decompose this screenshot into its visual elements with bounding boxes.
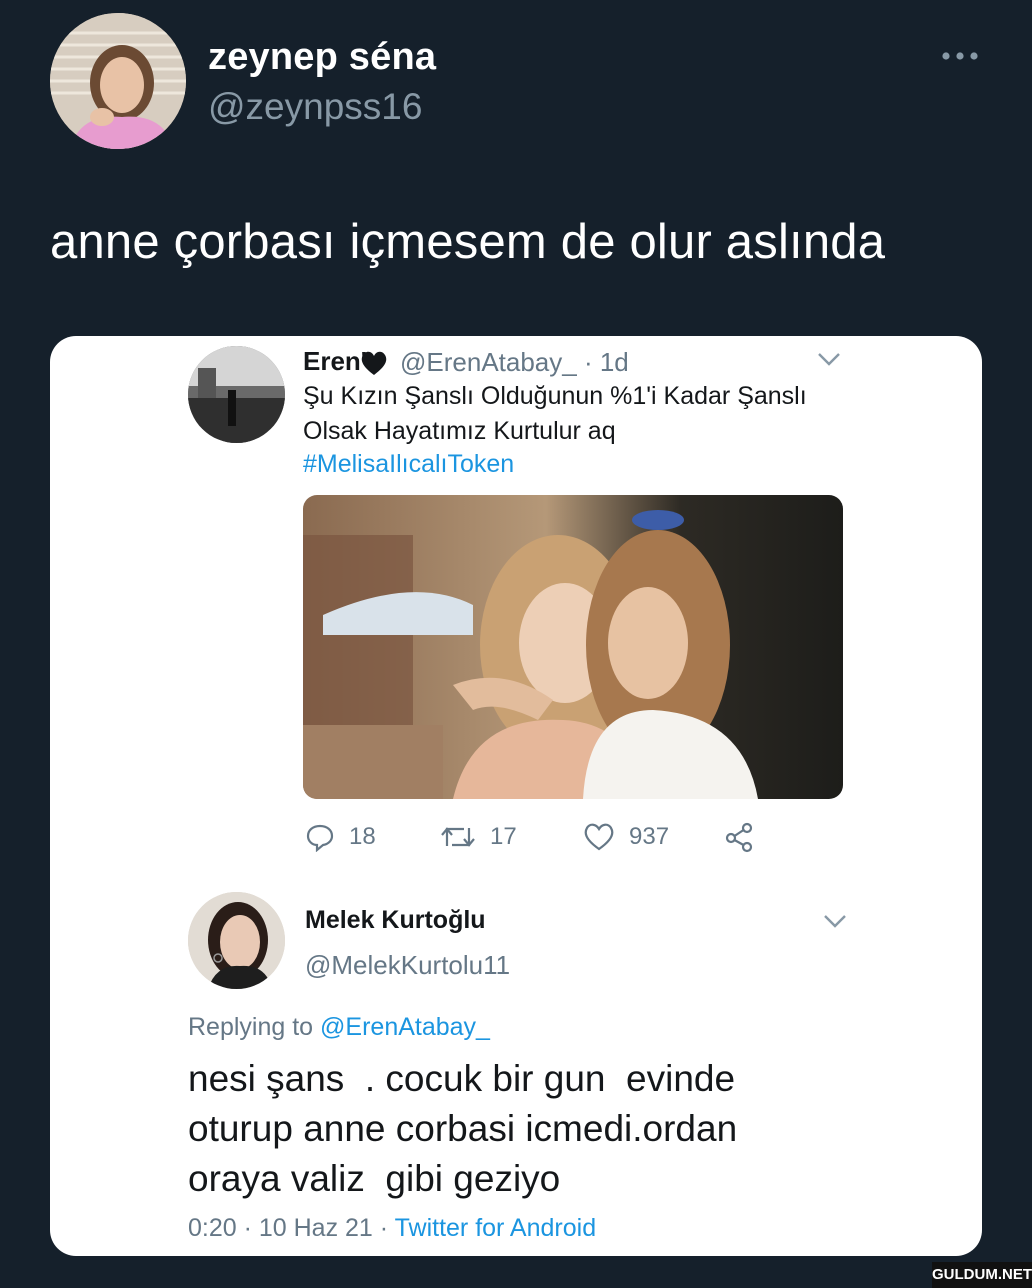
- embedded-screenshot-card: Eren' @ErenAtabay_ · 1d Şu Kızın Şanslı …: [50, 336, 982, 1256]
- author-handle[interactable]: @zeynpss16: [208, 86, 422, 128]
- more-icon[interactable]: [940, 44, 980, 68]
- reply-icon: [306, 824, 334, 852]
- quoted-hashtag-link[interactable]: #MelisaIlıcalıToken: [303, 450, 514, 479]
- author-display-name[interactable]: zeynep séna: [208, 36, 436, 79]
- reply-meta: 0:20 · 10 Haz 21 · Twitter for Android: [188, 1214, 596, 1243]
- like-count: 937: [629, 823, 670, 850]
- heart-icon: [360, 350, 388, 376]
- reply-author-handle[interactable]: @MelekKurtolu11: [305, 950, 510, 981]
- tweet-text: anne çorbası içmesem de olur aslında: [50, 215, 886, 269]
- chevron-down-icon[interactable]: [822, 912, 848, 930]
- watermark: GULDUM.NET: [932, 1262, 1032, 1288]
- chevron-down-icon[interactable]: [816, 350, 842, 368]
- share-action[interactable]: [723, 820, 755, 854]
- quoted-text-line-1: Şu Kızın Şanslı Olduğunun %1'i Kadar Şan…: [303, 382, 807, 410]
- share-icon: [725, 822, 753, 853]
- quoted-author-name[interactable]: Eren': [303, 346, 367, 377]
- quoted-text-line-2: Olsak Hayatımız Kurtulur aq: [303, 417, 616, 445]
- reply-action[interactable]: 18: [305, 820, 376, 854]
- quoted-author-handle[interactable]: @ErenAtabay_ · 1d: [400, 347, 629, 378]
- author-avatar[interactable]: [50, 13, 186, 149]
- replying-label: Replying to: [188, 1013, 314, 1041]
- reply-author-name[interactable]: Melek Kurtoğlu: [305, 906, 486, 935]
- retweet-icon: [441, 827, 475, 847]
- quoted-photo[interactable]: [303, 495, 843, 799]
- replying-to: Replying to @ErenAtabay_: [188, 1013, 490, 1042]
- replying-to-mention[interactable]: @ErenAtabay_: [320, 1013, 490, 1041]
- reply-author-avatar[interactable]: [188, 892, 285, 989]
- like-action[interactable]: 937: [583, 820, 669, 854]
- quoted-time: · 1d: [583, 347, 629, 377]
- retweet-count: 17: [490, 823, 517, 850]
- reply-text: nesi şans . cocuk bir gun evinde oturup …: [188, 1058, 738, 1199]
- quoted-author-avatar[interactable]: [188, 346, 285, 443]
- like-icon: [584, 823, 614, 851]
- retweet-action[interactable]: 17: [440, 820, 517, 854]
- quoted-handle-text[interactable]: @ErenAtabay_: [400, 347, 577, 377]
- reply-time: 0:20 · 10 Haz 21 ·: [188, 1214, 389, 1242]
- reply-count: 18: [349, 823, 376, 850]
- reply-source-link[interactable]: Twitter for Android: [395, 1214, 596, 1242]
